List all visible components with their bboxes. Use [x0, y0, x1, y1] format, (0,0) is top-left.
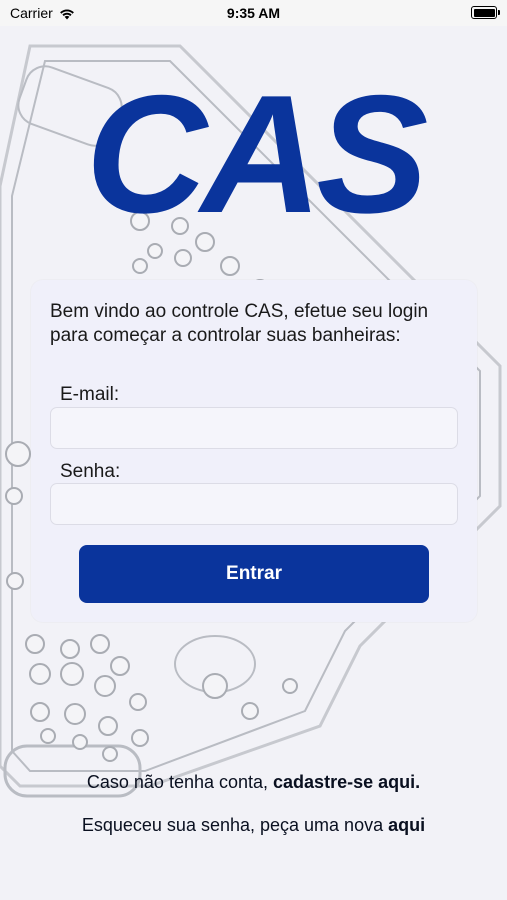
- forgot-password-link[interactable]: aqui: [388, 815, 425, 835]
- password-label: Senha:: [60, 461, 121, 482]
- signup-prefix: Caso não tenha conta,: [86, 772, 274, 792]
- login-card: Bem vindo ao controle CAS, efetue seu lo…: [31, 280, 477, 622]
- logo-text: CAS: [86, 84, 428, 229]
- clock: 9:35 AM: [226, 5, 281, 21]
- signup-line: Caso não tenha conta, cadastre-se aqui.: [0, 772, 507, 793]
- status-bar: Carrier 9:35 AM: [0, 0, 507, 26]
- welcome-message: Bem vindo ao controle CAS, efetue seu lo…: [50, 301, 429, 346]
- battery-icon: [471, 6, 500, 19]
- cas-logo: CAS: [86, 84, 430, 229]
- forgot-password-line: Esqueceu sua senha, peça uma nova aqui: [0, 815, 507, 836]
- password-field[interactable]: [50, 483, 458, 525]
- email-field[interactable]: [50, 407, 458, 449]
- email-label: E-mail:: [60, 384, 120, 405]
- signup-link[interactable]: cadastre-se aqui.: [273, 772, 420, 792]
- login-button[interactable]: Entrar: [79, 545, 429, 603]
- forgot-prefix: Esqueceu sua senha, peça uma nova: [81, 815, 389, 835]
